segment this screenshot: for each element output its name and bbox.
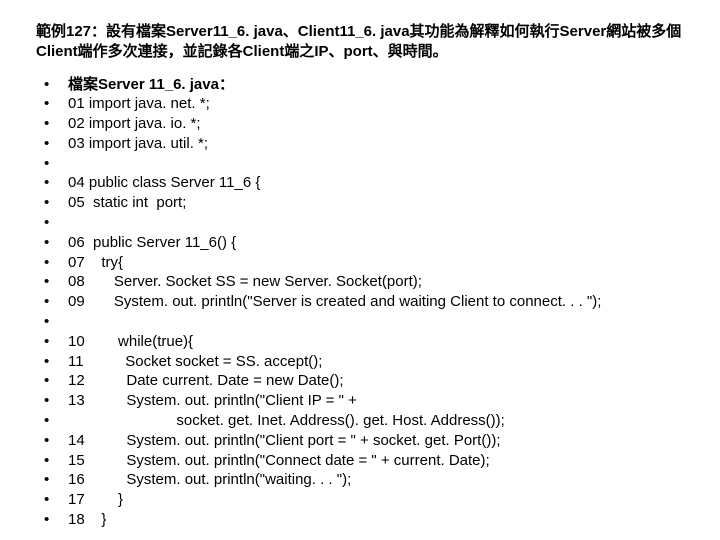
list-item: 03 import java. util. *; bbox=[44, 134, 684, 154]
code-line: 04 public class Server 11_6 { bbox=[68, 173, 260, 193]
list-item: 01 import java. net. *; bbox=[44, 94, 684, 114]
list-item: socket. get. Inet. Address(). get. Host.… bbox=[44, 411, 684, 431]
list-item: 16 System. out. println("waiting. . . ")… bbox=[44, 470, 684, 490]
code-line: 01 import java. net. *; bbox=[68, 94, 210, 114]
list-item: 14 System. out. println("Client port = "… bbox=[44, 431, 684, 451]
list-item: 08 Server. Socket SS = new Server. Socke… bbox=[44, 272, 684, 292]
list-item bbox=[44, 154, 684, 174]
code-line: 檔案Server 11_6. java： bbox=[68, 75, 234, 95]
code-line: 05 static int port; bbox=[68, 193, 186, 213]
code-line: 08 Server. Socket SS = new Server. Socke… bbox=[68, 272, 422, 292]
list-item: 02 import java. io. *; bbox=[44, 114, 684, 134]
list-item: 07 try{ bbox=[44, 253, 684, 273]
list-item: 15 System. out. println("Connect date = … bbox=[44, 451, 684, 471]
code-line: 18 } bbox=[68, 510, 106, 530]
code-line: 12 Date current. Date = new Date(); bbox=[68, 371, 344, 391]
list-item: 13 System. out. println("Client IP = " + bbox=[44, 391, 684, 411]
list-item bbox=[44, 312, 684, 332]
list-item bbox=[44, 213, 684, 233]
code-line: 09 System. out. println("Server is creat… bbox=[68, 292, 601, 312]
slide-title: 範例127：設有檔案Server11_6. java、Client11_6. j… bbox=[36, 22, 684, 63]
code-line: 17 } bbox=[68, 490, 123, 510]
code-line: 13 System. out. println("Client IP = " + bbox=[68, 391, 357, 411]
code-line: 10 while(true){ bbox=[68, 332, 193, 352]
code-list: 檔案Server 11_6. java：01 import java. net.… bbox=[36, 75, 684, 530]
list-item: 04 public class Server 11_6 { bbox=[44, 173, 684, 193]
code-line: socket. get. Inet. Address(). get. Host.… bbox=[68, 411, 505, 431]
list-item: 10 while(true){ bbox=[44, 332, 684, 352]
code-line: 16 System. out. println("waiting. . . ")… bbox=[68, 470, 351, 490]
code-line: 14 System. out. println("Client port = "… bbox=[68, 431, 500, 451]
list-item: 05 static int port; bbox=[44, 193, 684, 213]
code-line: 11 Socket socket = SS. accept(); bbox=[68, 352, 322, 372]
list-item: 12 Date current. Date = new Date(); bbox=[44, 371, 684, 391]
code-line: 03 import java. util. *; bbox=[68, 134, 208, 154]
list-item: 09 System. out. println("Server is creat… bbox=[44, 292, 684, 312]
list-item: 06 public Server 11_6() { bbox=[44, 233, 684, 253]
list-item: 檔案Server 11_6. java： bbox=[44, 75, 684, 95]
code-line: 02 import java. io. *; bbox=[68, 114, 201, 134]
list-item: 18 } bbox=[44, 510, 684, 530]
code-line: 07 try{ bbox=[68, 253, 123, 273]
code-line: 15 System. out. println("Connect date = … bbox=[68, 451, 490, 471]
list-item: 11 Socket socket = SS. accept(); bbox=[44, 352, 684, 372]
list-item: 17 } bbox=[44, 490, 684, 510]
code-line: 06 public Server 11_6() { bbox=[68, 233, 236, 253]
title-part-1: 範例127：設有檔案Server11_6. java、Client11_6. j… bbox=[36, 23, 500, 40]
